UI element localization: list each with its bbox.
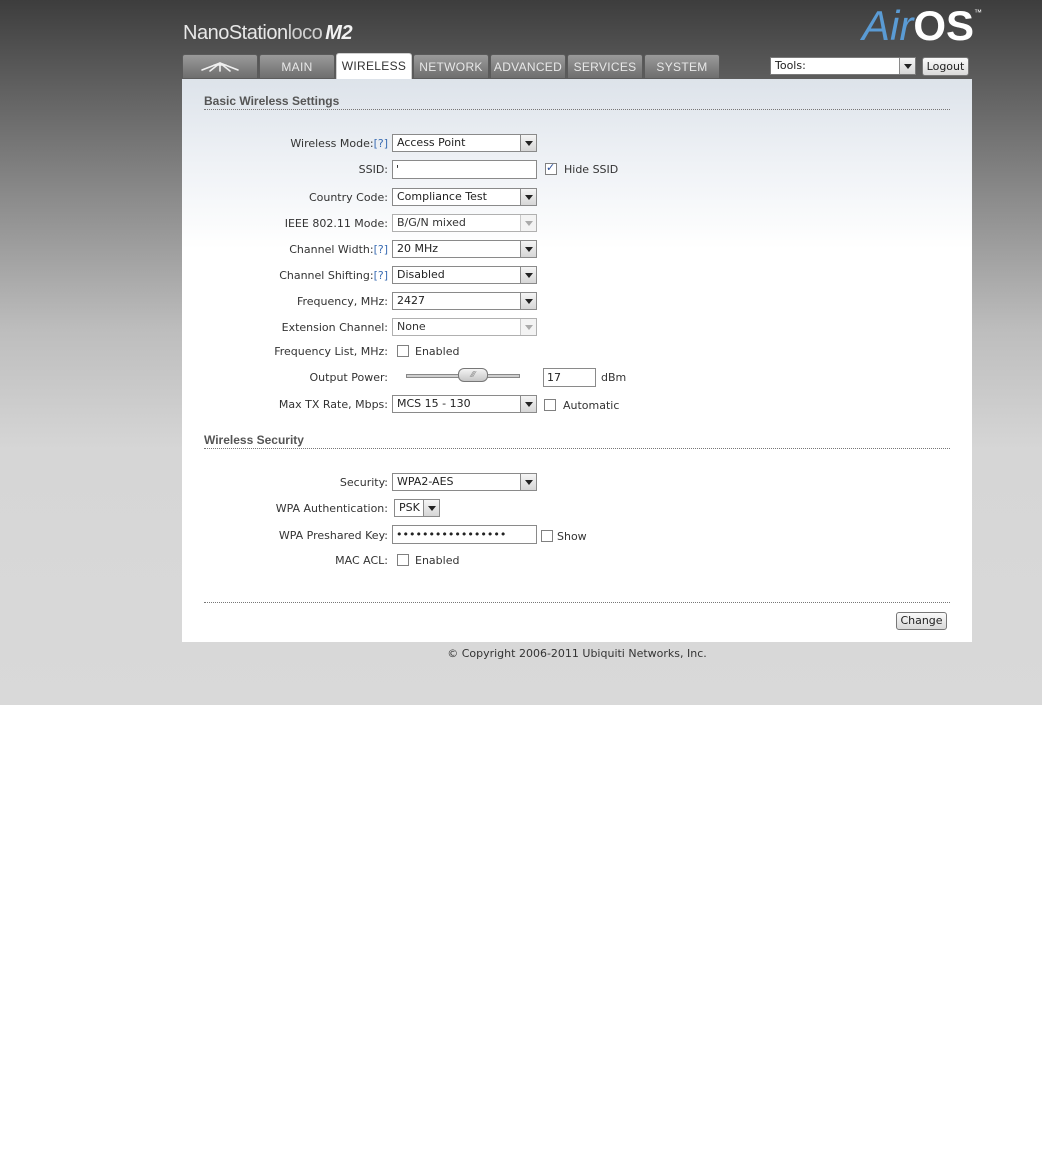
max-tx-rate-label: Max TX Rate, Mbps: xyxy=(278,398,388,411)
airos-logo: AirOS™ xyxy=(862,2,982,50)
basic-wireless-title: Basic Wireless Settings xyxy=(204,94,340,108)
channel-shifting-label: Channel Shifting:[?] xyxy=(279,269,388,282)
mac-acl-checkbox[interactable] xyxy=(397,554,409,566)
hide-ssid-label: Hide SSID xyxy=(564,163,619,176)
extension-channel-select[interactable]: None xyxy=(392,318,537,336)
channel-shifting-help-link[interactable]: [?] xyxy=(374,269,388,282)
wireless-mode-select[interactable]: Access Point xyxy=(392,134,537,152)
channel-shifting-value: Disabled xyxy=(397,268,445,281)
ieee-mode-select[interactable]: B/G/N mixed xyxy=(392,214,537,232)
max-tx-automatic-checkbox[interactable] xyxy=(544,399,556,411)
logout-button[interactable]: Logout xyxy=(922,57,969,76)
show-key-label: Show xyxy=(557,530,587,543)
chevron-down-icon xyxy=(520,215,536,231)
chevron-down-icon xyxy=(520,189,536,205)
product-logo-sub: loco xyxy=(287,22,323,44)
tab-main[interactable]: MAIN xyxy=(259,54,335,78)
country-code-value: Compliance Test xyxy=(397,190,487,203)
channel-shifting-label-text: Channel Shifting: xyxy=(279,269,374,282)
copyright-text: © Copyright 2006-2011 Ubiquiti Networks,… xyxy=(447,647,707,660)
wireless-mode-label-text: Wireless Mode: xyxy=(290,137,374,150)
change-button[interactable]: Change xyxy=(896,612,947,630)
chevron-down-icon xyxy=(899,58,915,74)
country-code-select[interactable]: Compliance Test xyxy=(392,188,537,206)
chevron-down-icon xyxy=(520,267,536,283)
frequency-list-label: Frequency List, MHz: xyxy=(274,345,388,358)
ssid-input[interactable]: ' xyxy=(392,160,537,179)
tab-advanced[interactable]: ADVANCED xyxy=(490,54,566,78)
output-power-slider-handle[interactable]: ⁄⁄⁄ xyxy=(458,368,489,382)
product-logo-name: NanoStation xyxy=(183,22,288,44)
frequency-select[interactable]: 2427 xyxy=(392,292,537,310)
chevron-down-icon xyxy=(520,241,536,257)
security-label: Security: xyxy=(339,476,388,489)
section-divider xyxy=(204,109,950,110)
airos-logo-os: OS xyxy=(913,2,975,49)
max-tx-automatic-label: Automatic xyxy=(563,399,620,412)
wpa-authentication-value: PSK xyxy=(399,501,420,514)
channel-width-label: Channel Width:[?] xyxy=(289,243,388,256)
tab-network[interactable]: NETWORK xyxy=(413,54,489,78)
wireless-mode-help-link[interactable]: [?] xyxy=(374,137,388,150)
ieee-mode-value: B/G/N mixed xyxy=(397,216,466,229)
chevron-down-icon xyxy=(423,500,439,516)
channel-width-value: 20 MHz xyxy=(397,242,439,255)
channel-width-select[interactable]: 20 MHz xyxy=(392,240,537,258)
chevron-down-icon xyxy=(520,396,536,412)
chevron-down-icon xyxy=(520,319,536,335)
frequency-label: Frequency, MHz: xyxy=(296,295,388,308)
max-tx-rate-value: MCS 15 - 130 xyxy=(397,397,471,410)
hide-ssid-checkbox[interactable] xyxy=(545,161,557,175)
channel-width-label-text: Channel Width: xyxy=(289,243,374,256)
wpa-key-label: WPA Preshared Key: xyxy=(278,529,388,542)
ubiquiti-logo-icon xyxy=(201,62,239,72)
chevron-down-icon xyxy=(520,293,536,309)
wireless-settings-panel: Basic Wireless Settings Wireless Mode:[?… xyxy=(182,79,972,642)
ssid-label: SSID: xyxy=(358,163,388,176)
frequency-list-checkbox[interactable] xyxy=(397,345,409,357)
ieee-mode-label: IEEE 802.11 Mode: xyxy=(284,217,388,230)
tab-system[interactable]: SYSTEM xyxy=(644,54,720,78)
wpa-authentication-select[interactable]: PSK xyxy=(394,499,440,517)
frequency-value: 2427 xyxy=(397,294,425,307)
output-power-label: Output Power: xyxy=(309,371,388,384)
channel-shifting-select[interactable]: Disabled xyxy=(392,266,537,284)
airos-logo-air: Air xyxy=(862,2,914,49)
output-power-unit: dBm xyxy=(601,371,627,384)
airos-logo-tm: ™ xyxy=(974,8,983,17)
extension-channel-label: Extension Channel: xyxy=(281,321,388,334)
show-key-checkbox[interactable] xyxy=(541,530,553,542)
tab-wireless[interactable]: WIRELESS xyxy=(336,53,412,79)
section-divider xyxy=(204,448,950,449)
tools-select-value: Tools: xyxy=(775,59,806,72)
channel-width-help-link[interactable]: [?] xyxy=(374,243,388,256)
extension-channel-value: None xyxy=(397,320,426,333)
max-tx-rate-select[interactable]: MCS 15 - 130 xyxy=(392,395,537,413)
wpa-authentication-label: WPA Authentication: xyxy=(275,502,388,515)
tab-services[interactable]: SERVICES xyxy=(567,54,643,78)
chevron-down-icon xyxy=(520,135,536,151)
mac-acl-label: MAC ACL: xyxy=(335,554,388,567)
tools-select[interactable]: Tools: xyxy=(770,57,916,75)
wpa-key-input[interactable]: ••••••••••••••••• xyxy=(392,525,537,544)
wireless-mode-value: Access Point xyxy=(397,136,466,149)
wireless-security-title: Wireless Security xyxy=(204,433,304,447)
product-logo: NanoStationloco M2 xyxy=(183,22,353,48)
mac-acl-enabled-label: Enabled xyxy=(415,554,460,567)
product-logo-model: M2 xyxy=(325,22,353,44)
output-power-input[interactable]: 17 xyxy=(543,368,596,387)
frequency-list-enabled-label: Enabled xyxy=(415,345,460,358)
tab-ubnt-logo[interactable] xyxy=(182,54,258,78)
security-value: WPA2-AES xyxy=(397,475,454,488)
chevron-down-icon xyxy=(520,474,536,490)
country-code-label: Country Code: xyxy=(308,191,388,204)
footer-divider xyxy=(204,602,950,603)
security-select[interactable]: WPA2-AES xyxy=(392,473,537,491)
wireless-mode-label: Wireless Mode:[?] xyxy=(290,137,388,150)
